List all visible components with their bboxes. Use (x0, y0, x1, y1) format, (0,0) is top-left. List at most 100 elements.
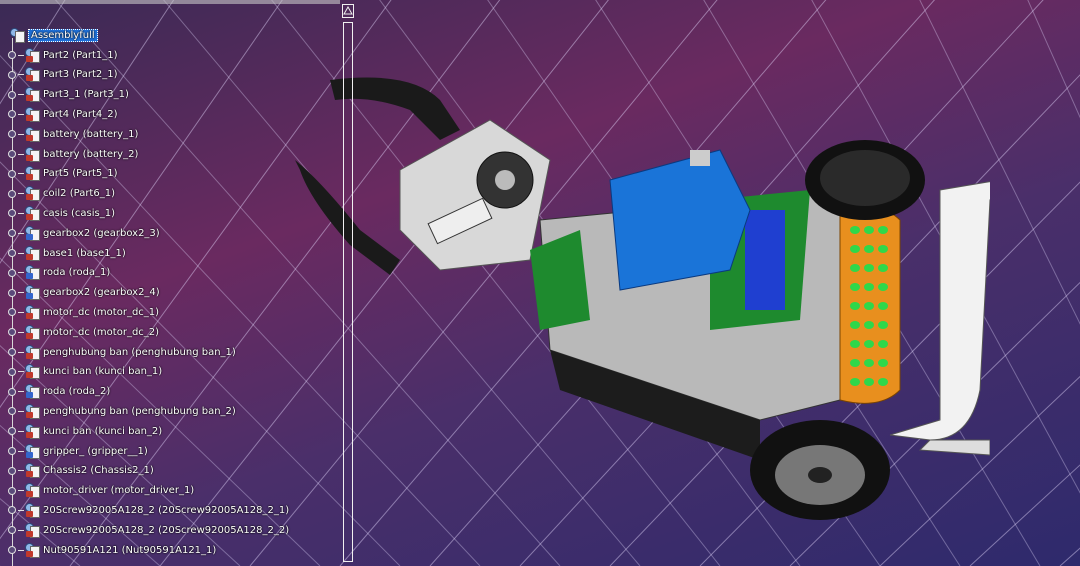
tree-item[interactable]: casis (casis_1) (8, 204, 115, 222)
pcb-left (530, 230, 590, 330)
tree-item[interactable]: 20Screw92005A128_2 (20Screw92005A128_2_2… (8, 521, 289, 539)
expand-node-icon[interactable] (8, 466, 16, 475)
tree-item[interactable]: Part3_1 (Part3_1) (8, 86, 129, 104)
tree-scrollbar[interactable] (342, 4, 354, 566)
tree-item[interactable]: Part4 (Part4_2) (8, 105, 118, 123)
scroll-thumb[interactable] (343, 22, 353, 562)
part-icon (25, 47, 41, 63)
expand-node-icon[interactable] (8, 70, 16, 79)
expand-node-icon[interactable] (8, 427, 16, 436)
tree-item[interactable]: Part3 (Part2_1) (8, 66, 118, 84)
tree-item[interactable]: gripper_ (gripper__1) (8, 442, 148, 460)
tree-item[interactable]: battery (battery_1) (8, 125, 138, 143)
tree-item-label: motor_dc (motor_dc_1) (43, 306, 160, 318)
tree-item[interactable]: Nut90591A121 (Nut90591A121_1) (8, 541, 216, 559)
part-icon (25, 186, 41, 202)
expand-node-icon[interactable] (8, 249, 16, 257)
tree-item[interactable]: 20Screw92005A128_2 (20Screw92005A128_2_1… (8, 501, 289, 519)
part-icon (25, 502, 41, 518)
tree-item[interactable]: motor_driver (motor_driver_1) (8, 482, 194, 500)
tree-item-label: kunci ban (kunci ban_2) (43, 425, 163, 437)
expand-node-icon[interactable] (8, 209, 16, 218)
expand-node-icon[interactable] (8, 229, 16, 238)
roller-hole (864, 359, 874, 367)
tree-item[interactable]: Part2 (Part1_1) (8, 46, 118, 64)
tree-item-label: motor_dc (motor_dc_2) (43, 326, 160, 338)
tree-branch-line (18, 311, 24, 313)
tree-item[interactable]: penghubung ban (penghubung ban_1) (8, 343, 236, 361)
expand-node-icon[interactable] (8, 268, 16, 277)
robot-model[interactable] (290, 60, 990, 560)
expand-node-icon[interactable] (8, 308, 16, 317)
tree-item-label: battery (battery_1) (43, 128, 139, 140)
expand-node-icon[interactable] (8, 447, 16, 455)
lcd-screen (745, 210, 785, 310)
tree-item[interactable]: motor_dc (motor_dc_2) (8, 323, 159, 341)
roller-hole (878, 340, 888, 348)
tree-item[interactable]: base1 (base1_1) (8, 244, 126, 262)
expand-node-icon[interactable] (8, 189, 16, 198)
product-icon (25, 443, 41, 459)
assembly-icon (10, 27, 26, 43)
tree-item-label: coil2 (Part6_1) (43, 188, 115, 200)
servo-hub (495, 170, 515, 190)
tree-branch-line (18, 54, 24, 56)
part-icon (25, 166, 41, 182)
expand-node-icon[interactable] (8, 407, 16, 416)
expand-node-icon[interactable] (8, 288, 16, 297)
tree-item[interactable]: Chassis2 (Chassis2_1) (8, 462, 154, 480)
part-icon (25, 87, 41, 103)
expand-node-icon[interactable] (8, 90, 16, 99)
roller-hole (850, 264, 860, 272)
tree-item-label: gearbox2 (gearbox2_3) (43, 227, 160, 239)
tree-branch-line (18, 351, 24, 353)
product-icon (25, 384, 41, 400)
expand-node-icon[interactable] (8, 130, 16, 139)
tree-item[interactable]: kunci ban (kunci ban_1) (8, 363, 162, 381)
tree-item[interactable]: Part5 (Part5_1) (8, 165, 118, 183)
roller-hole (878, 321, 888, 329)
expand-node-icon[interactable] (8, 150, 16, 158)
expand-node-icon[interactable] (8, 348, 16, 356)
tree-branch-line (18, 74, 24, 76)
tree-branch-line (18, 430, 24, 432)
tree-branch-line (18, 153, 24, 155)
grid-line (1027, 0, 1080, 119)
tree-item[interactable]: roda (roda_2) (8, 383, 110, 401)
expand-node-icon[interactable] (8, 169, 16, 178)
tree-branch-line (18, 470, 24, 472)
tree-item-label: casis (casis_1) (43, 207, 115, 219)
tree-item[interactable]: gearbox2 (gearbox2_3) (8, 224, 160, 242)
roller-hole (864, 302, 874, 310)
expand-node-icon[interactable] (8, 367, 16, 376)
tree-item[interactable]: roda (roda_1) (8, 264, 110, 282)
arduino-board (609, 149, 751, 291)
tree-item-label: base1 (base1_1) (43, 247, 126, 259)
expand-node-icon[interactable] (8, 546, 16, 554)
expand-node-icon[interactable] (8, 486, 16, 495)
scroll-up-arrow-icon[interactable] (342, 4, 354, 18)
tree-item[interactable]: penghubung ban (penghubung ban_2) (8, 402, 236, 420)
expand-node-icon[interactable] (8, 51, 16, 59)
tree-item[interactable]: motor_dc (motor_dc_1) (8, 303, 159, 321)
part-icon (25, 106, 41, 122)
roller-holes (850, 226, 888, 386)
roller-hole (878, 226, 888, 234)
expand-node-icon[interactable] (8, 328, 16, 337)
expand-node-icon[interactable] (8, 526, 16, 535)
expand-node-icon[interactable] (8, 110, 16, 119)
tree-item[interactable]: coil2 (Part6_1) (8, 185, 115, 203)
tree-branch-line (18, 490, 24, 492)
tree-branch-line (18, 232, 24, 234)
tree-item[interactable]: battery (battery_2) (8, 145, 138, 163)
expand-node-icon[interactable] (8, 506, 16, 515)
tree-item-label: 20Screw92005A128_2 (20Screw92005A128_2_1… (43, 504, 290, 516)
expand-node-icon[interactable] (8, 387, 16, 396)
part-icon (25, 542, 41, 558)
tree-item-label: Part3_1 (Part3_1) (43, 89, 129, 101)
tree-root[interactable]: Assemblyfull (10, 26, 98, 44)
tree-item[interactable]: kunci ban (kunci ban_2) (8, 422, 162, 440)
tree-item[interactable]: gearbox2 (gearbox2_4) (8, 284, 160, 302)
roller-hole (850, 283, 860, 291)
roller-hole (864, 264, 874, 272)
